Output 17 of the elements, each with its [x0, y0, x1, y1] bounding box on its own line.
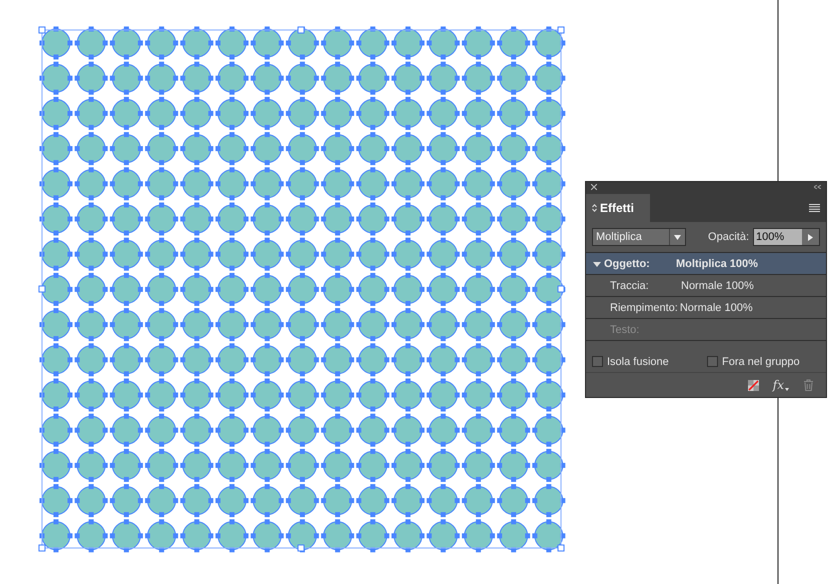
caret-icon [785, 388, 789, 392]
close-icon[interactable] [591, 184, 597, 190]
updown-icon [592, 204, 597, 212]
opacity-label: Opacità: [708, 230, 749, 245]
caret-icon [674, 234, 681, 240]
menu-icon[interactable] [809, 204, 820, 212]
fx-button[interactable]: fx [772, 376, 789, 394]
collapse-icon[interactable] [814, 185, 821, 190]
panel-tab[interactable]: Effetti [586, 194, 650, 222]
checkbox-label: Fora nel gruppo [722, 354, 800, 370]
effect-target-row[interactable]: Oggetto: Moltiplica 100% [586, 253, 826, 276]
checkbox[interactable] [592, 356, 603, 368]
checkbox-label: Isola fusione [607, 354, 669, 370]
clear-effects-icon[interactable] [748, 380, 759, 391]
disclosure-triangle-icon[interactable] [593, 260, 601, 268]
checkbox[interactable] [707, 356, 718, 368]
blend-mode-dropdown[interactable]: Moltiplica [592, 228, 686, 246]
